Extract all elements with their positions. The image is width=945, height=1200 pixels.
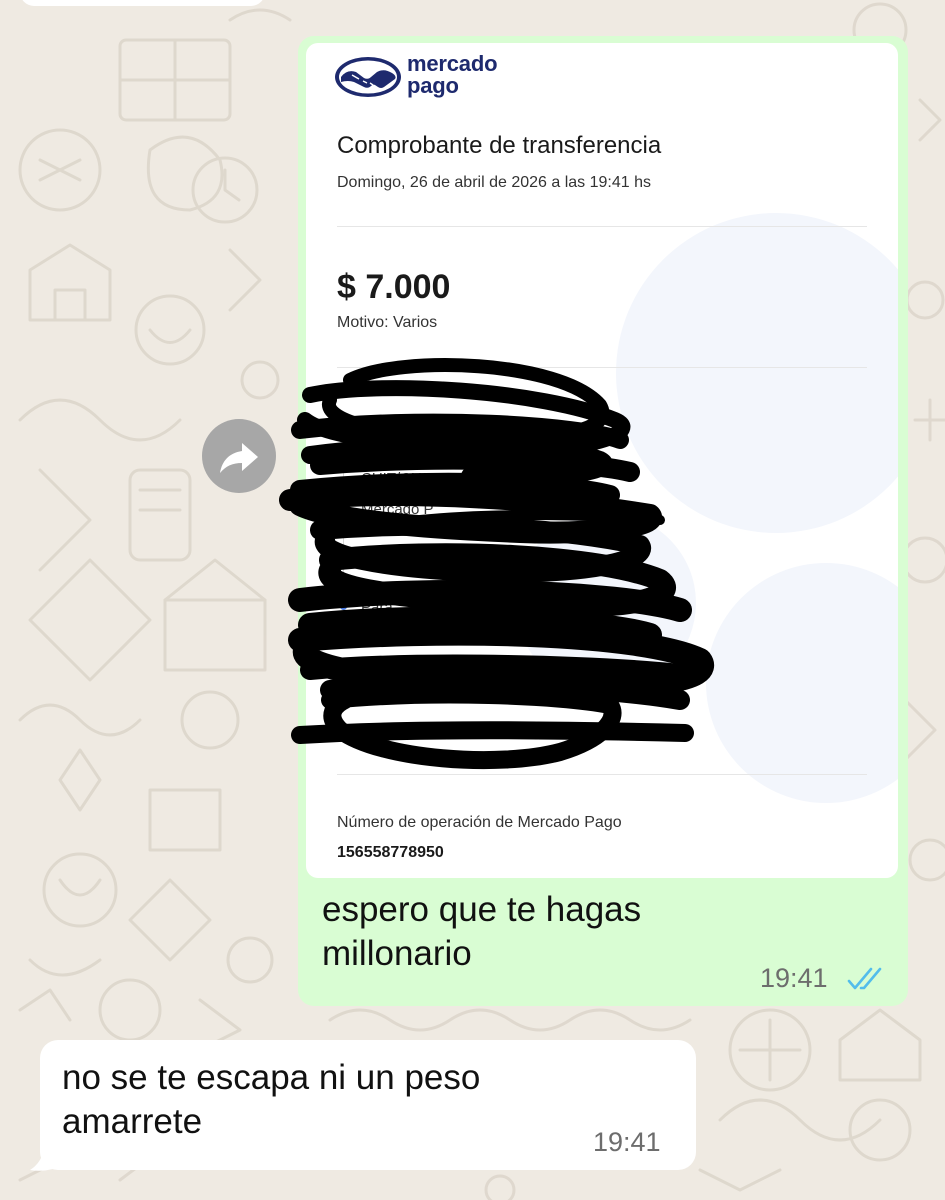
receipt-watermark xyxy=(516,213,898,803)
recipient-label: Para xyxy=(361,599,393,616)
forward-button[interactable] xyxy=(202,419,276,493)
outgoing-message-line: millonario xyxy=(322,934,472,973)
transfer-receipt-image[interactable]: mercado pago Comprobante de transferenci… xyxy=(306,43,898,878)
transfer-amount: $ 7.000 xyxy=(337,268,451,306)
timeline-line xyxy=(343,418,344,608)
incoming-message-text: no se te escapa ni un peso amarrete xyxy=(62,1056,582,1144)
divider xyxy=(337,367,867,368)
brand-name: mercado pago xyxy=(407,51,498,98)
incoming-message-line: amarrete xyxy=(62,1102,203,1141)
incoming-message-time: 19:41 xyxy=(593,1127,661,1157)
brand-line-1: mercado xyxy=(407,51,498,76)
receipt-date: Domingo, 26 de abril de 2026 a las 19:41… xyxy=(337,174,651,191)
outgoing-message-text: espero que te hagas millonario xyxy=(322,888,742,976)
outgoing-message-line: espero que te hagas xyxy=(322,890,642,929)
mercado-pago-logo-icon xyxy=(335,57,401,97)
previous-message-bubble[interactable] xyxy=(20,0,265,6)
operation-number: 156558778950 xyxy=(337,844,444,861)
incoming-message-line: no se te escapa ni un peso xyxy=(62,1058,481,1097)
recipient-dot-icon xyxy=(340,603,347,610)
receipt-title: Comprobante de transferencia xyxy=(337,132,662,159)
sender-bank-partial: Mercado P xyxy=(361,501,434,518)
divider xyxy=(337,774,867,775)
operation-number-label: Número de operación de Mercado Pago xyxy=(337,814,622,831)
transfer-reason: Motivo: Varios xyxy=(337,314,438,331)
double-check-read-icon xyxy=(847,967,882,990)
outgoing-message-time: 19:41 xyxy=(760,963,828,993)
forward-arrow-icon xyxy=(220,443,258,473)
sender-cuit-partial: CUIT/CU xyxy=(361,470,422,487)
divider xyxy=(337,226,867,227)
sender-account-partial: 3 xyxy=(626,531,635,548)
brand-line-2: pago xyxy=(407,73,459,98)
